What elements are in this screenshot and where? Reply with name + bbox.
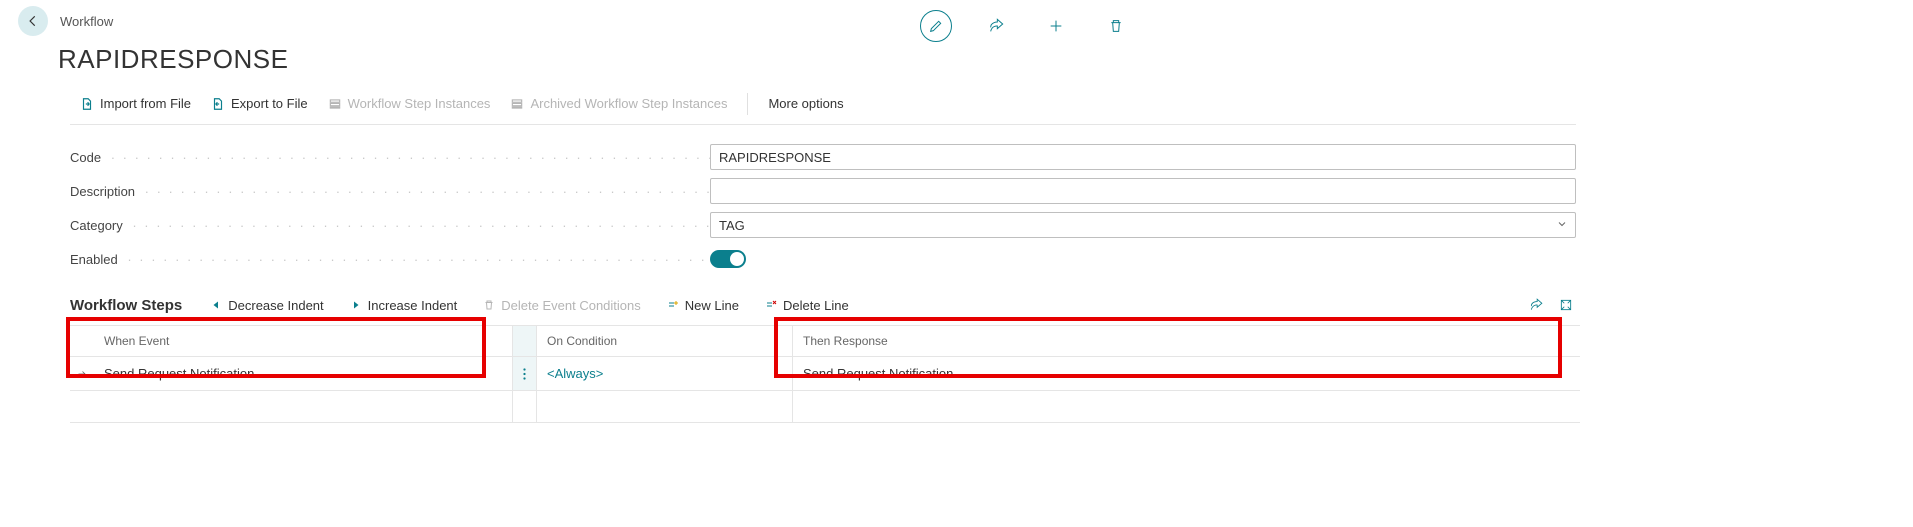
trash-icon: [1108, 18, 1124, 34]
row-expand-button[interactable]: [70, 357, 94, 390]
section-title: Workflow Steps: [70, 297, 182, 314]
triangle-right-icon: [350, 299, 362, 311]
expand-icon: [1559, 298, 1573, 312]
breadcrumb: Workflow: [60, 14, 113, 29]
enabled-label: Enabled: [70, 252, 710, 267]
cell-on-condition[interactable]: <Always>: [536, 357, 792, 390]
toolbar-label: Increase Indent: [368, 298, 458, 313]
new-line-icon: [667, 299, 679, 311]
cell-then-response[interactable]: Send Request Notification: [792, 357, 1580, 390]
share-button[interactable]: [980, 10, 1012, 42]
new-button[interactable]: [1040, 10, 1072, 42]
cell-when-event[interactable]: Send Request Notification: [94, 357, 512, 390]
column-on-condition: On Condition: [536, 326, 792, 356]
archive-icon: [510, 97, 524, 111]
page-toolbar: Import from File Export to File Workflow…: [70, 87, 1576, 125]
grid-row[interactable]: Send Request Notification <Always> Send …: [70, 357, 1580, 391]
column-when-event: When Event: [94, 326, 512, 356]
back-button[interactable]: [18, 6, 48, 36]
toolbar-label: Import from File: [100, 96, 191, 111]
grid-empty-row[interactable]: [70, 391, 1580, 423]
description-label: Description: [70, 184, 710, 199]
toggle-knob: [730, 252, 744, 266]
toolbar-label: Decrease Indent: [228, 298, 323, 313]
toolbar-label: New Line: [685, 298, 739, 313]
increase-indent-button[interactable]: Increase Indent: [346, 296, 462, 315]
workflow-step-instances-button[interactable]: Workflow Step Instances: [318, 92, 501, 115]
row-menu-button[interactable]: [512, 357, 536, 390]
trash-icon: [483, 299, 495, 311]
share-icon: [988, 18, 1004, 34]
export-to-file-button[interactable]: Export to File: [201, 92, 318, 115]
code-field[interactable]: [710, 144, 1576, 170]
triangle-left-icon: [210, 299, 222, 311]
column-then-response: Then Response: [792, 326, 1580, 356]
description-field[interactable]: [710, 178, 1576, 204]
pencil-icon: [928, 18, 944, 34]
toolbar-label: Workflow Step Instances: [348, 96, 491, 111]
archived-workflow-step-instances-button[interactable]: Archived Workflow Step Instances: [500, 92, 737, 115]
import-from-file-button[interactable]: Import from File: [70, 92, 201, 115]
plus-icon: [1048, 18, 1064, 34]
decrease-indent-button[interactable]: Decrease Indent: [206, 296, 327, 315]
page-title: RAPIDRESPONSE: [58, 44, 1913, 75]
delete-event-conditions-button[interactable]: Delete Event Conditions: [479, 296, 644, 315]
share-icon: [1529, 298, 1543, 312]
list-icon: [328, 97, 342, 111]
new-line-button[interactable]: New Line: [663, 296, 743, 315]
toolbar-label: Export to File: [231, 96, 308, 111]
arrow-right-icon: [76, 368, 88, 380]
category-label: Category: [70, 218, 710, 233]
grid-header: When Event On Condition Then Response: [70, 325, 1580, 357]
enabled-toggle[interactable]: [710, 250, 746, 268]
arrow-left-icon: [26, 14, 40, 28]
category-field[interactable]: [710, 212, 1576, 238]
file-import-icon: [80, 97, 94, 111]
toolbar-separator: [747, 93, 748, 115]
more-options-button[interactable]: More options: [758, 92, 853, 115]
code-label: Code: [70, 150, 710, 165]
toolbar-label: Archived Workflow Step Instances: [530, 96, 727, 111]
delete-button[interactable]: [1100, 10, 1132, 42]
edit-button[interactable]: [920, 10, 952, 42]
toolbar-label: Delete Event Conditions: [501, 298, 640, 313]
file-export-icon: [211, 97, 225, 111]
delete-line-icon: [765, 299, 777, 311]
toolbar-label: More options: [768, 96, 843, 111]
toolbar-label: Delete Line: [783, 298, 849, 313]
kebab-icon: [523, 367, 526, 381]
delete-line-button[interactable]: Delete Line: [761, 296, 853, 315]
section-expand-button[interactable]: [1556, 295, 1576, 315]
workflow-steps-grid: When Event On Condition Then Response Se…: [70, 325, 1580, 423]
section-share-button[interactable]: [1526, 295, 1546, 315]
